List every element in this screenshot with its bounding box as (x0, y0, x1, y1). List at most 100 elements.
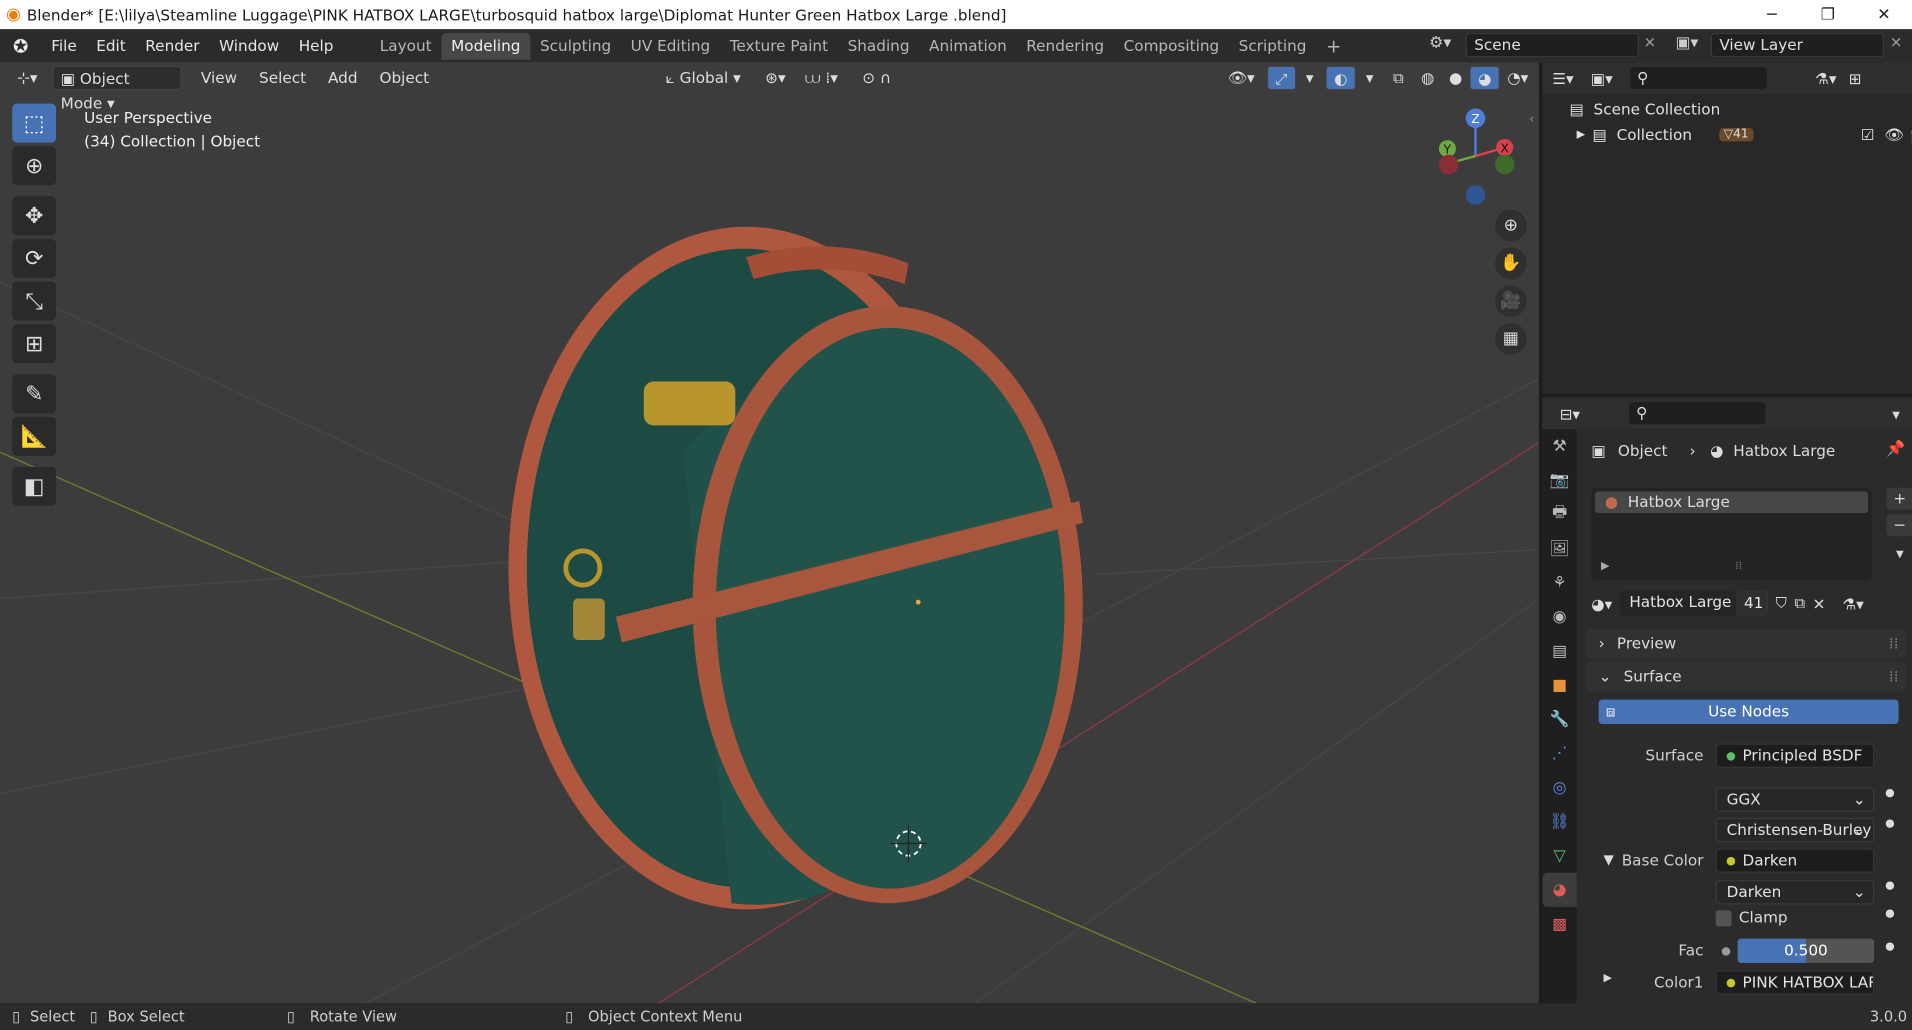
texture-tab-icon[interactable]: ▩ (1543, 907, 1577, 941)
data-tab-icon[interactable]: ▽ (1543, 839, 1577, 873)
scale-tool-icon[interactable]: ⤡ (12, 281, 57, 321)
pan-hand-icon[interactable]: ✋ (1494, 247, 1527, 280)
constraints-tab-icon[interactable]: ⛓ (1543, 804, 1577, 838)
subsurface-method-dropdown[interactable]: Christensen-Burley ⌄ (1715, 817, 1875, 843)
transform-tool-icon[interactable]: ⊞ (12, 324, 57, 364)
view-layer-browse-icon[interactable]: ▣▾ (1675, 34, 1698, 52)
visibility-icon[interactable]: 👁▾ (1220, 66, 1262, 90)
surface-shader-field[interactable]: Principled BSDF (1715, 743, 1875, 768)
scene-tab-icon[interactable]: ⚘ (1543, 566, 1577, 600)
cursor-tool-icon[interactable]: ⊕ (12, 146, 57, 186)
keyframe-dot-icon[interactable]: ● (1885, 880, 1895, 892)
menu-file[interactable]: File (41, 32, 86, 59)
tab-rendering[interactable]: Rendering (1016, 32, 1113, 59)
render-tab-icon[interactable]: 📷 (1543, 463, 1577, 497)
modifier-tab-icon[interactable]: 🔧 (1543, 702, 1577, 736)
new-collection-icon[interactable]: ⊞ (1849, 69, 1862, 87)
tab-uv-editing[interactable]: UV Editing (621, 32, 720, 59)
material-browse-icon[interactable]: ◕▾ (1591, 594, 1612, 612)
eye-icon[interactable]: 👁 (1884, 125, 1903, 145)
material-tab-icon[interactable]: ◕ (1542, 872, 1577, 907)
material-shading-icon[interactable]: ◕ (1469, 65, 1500, 91)
rendered-shading-icon[interactable]: ◔▾ (1500, 66, 1536, 90)
camera-view-icon[interactable]: 🎥 (1494, 285, 1527, 317)
menu-edit[interactable]: Edit (86, 32, 135, 59)
fac-slider[interactable]: 0.500 (1737, 938, 1875, 963)
collection-tab-icon[interactable]: ▤ (1543, 634, 1577, 668)
output-tab-icon[interactable]: 🖶 (1543, 497, 1577, 531)
surface-panel-header[interactable]: ⌄ Surface ⁞⁞ (1586, 661, 1906, 692)
use-nodes-button[interactable]: ⧈ Use Nodes (1598, 699, 1899, 725)
panel-drag-icon[interactable]: ⁞⁞ (1889, 629, 1899, 658)
proportional-edit-icon[interactable]: ⊙ ∩ (855, 66, 898, 90)
sidebar-toggle-icon[interactable]: ‹ (1529, 111, 1534, 127)
orientation-dropdown[interactable]: ⟀ Global ▾ (658, 66, 748, 90)
keyframe-dot-icon[interactable]: ● (1885, 787, 1895, 799)
editor-type-icon[interactable]: ⊹▾ (10, 66, 45, 90)
properties-options-icon[interactable]: ▾ (1892, 404, 1900, 422)
tab-texture-paint[interactable]: Texture Paint (720, 32, 838, 59)
menu-render[interactable]: Render (136, 32, 210, 59)
perspective-toggle-icon[interactable]: ▦ (1494, 323, 1527, 355)
menu-window[interactable]: Window (209, 32, 289, 59)
solid-shading-icon[interactable]: ● (1442, 66, 1470, 90)
material-slot-item[interactable]: ● Hatbox Large (1594, 491, 1869, 514)
physics-tab-icon[interactable]: ◎ (1543, 770, 1577, 804)
gizmo-dropdown-icon[interactable]: ▾ (1299, 66, 1321, 90)
outliner-scene-collection[interactable]: ▤ Scene Collection (1543, 96, 1912, 122)
maximize-button[interactable]: ❐ (1800, 0, 1856, 29)
duplicate-material-icon[interactable]: ⧉ (1794, 594, 1805, 614)
particles-tab-icon[interactable]: ⋰ (1543, 736, 1577, 770)
base-color-link-field[interactable]: Darken (1715, 848, 1875, 873)
properties-editor-icon[interactable]: ⊟▾ (1560, 404, 1580, 422)
annotate-tool-icon[interactable]: ✎ (12, 374, 57, 414)
move-tool-icon[interactable]: ✥ (12, 196, 57, 236)
wireframe-shading-icon[interactable]: ◍ (1414, 66, 1442, 90)
outliner-collection-row[interactable]: ▶ ▤ Collection ▽41 ☑ 👁 📷 (1543, 122, 1912, 148)
overlay-toggle-icon[interactable]: ◐ (1325, 65, 1357, 91)
view-layer-remove-icon[interactable]: ✕ (1890, 34, 1902, 51)
menu-select[interactable]: Select (252, 66, 314, 90)
blend-mode-dropdown[interactable]: Darken ⌄ (1715, 880, 1875, 905)
add-workspace-button[interactable]: + (1316, 32, 1351, 59)
expand-arrow-icon[interactable]: ▶ (1577, 129, 1585, 141)
color1-link-field[interactable]: PINK HATBOX LAR... (1715, 970, 1875, 995)
tool-tab-icon[interactable]: ⚒ (1543, 429, 1577, 463)
clamp-checkbox-row[interactable]: Clamp (1715, 908, 1788, 927)
keyframe-dot-icon[interactable]: ● (1885, 941, 1895, 953)
tab-compositing[interactable]: Compositing (1114, 32, 1229, 59)
node-link-icon[interactable]: ⚗▾ (1842, 594, 1863, 612)
clamp-checkbox[interactable] (1715, 910, 1732, 927)
display-mode-icon[interactable]: ▣▾ (1591, 69, 1613, 87)
fake-user-icon[interactable]: ⛉ (1776, 594, 1787, 614)
3d-viewport[interactable]: Z Y X ⊹▾ ▣ Object Mode ▾ View Select Add… (0, 62, 1539, 1004)
add-slot-button[interactable]: + (1886, 487, 1912, 510)
properties-search-field[interactable]: ⚲ (1628, 402, 1766, 425)
world-tab-icon[interactable]: ◉ (1543, 600, 1577, 634)
panel-drag-icon[interactable]: ⁞⁞ (1889, 662, 1899, 691)
preview-panel-header[interactable]: › Preview ⁞⁞ (1586, 628, 1906, 659)
menu-object[interactable]: Object (372, 66, 436, 90)
measure-tool-icon[interactable]: 📐 (12, 416, 57, 456)
pivot-icon[interactable]: ⊛▾ (758, 66, 793, 90)
include-checkbox[interactable]: ☑ (1861, 126, 1875, 144)
overlay-dropdown-icon[interactable]: ▾ (1359, 66, 1381, 90)
outliner-search-field[interactable]: ⚲ (1629, 67, 1767, 89)
menu-help[interactable]: Help (289, 32, 343, 59)
tab-shading[interactable]: Shading (838, 32, 919, 59)
hatbox-model[interactable] (508, 226, 1083, 910)
remove-slot-button[interactable]: − (1886, 514, 1912, 537)
unlink-material-icon[interactable]: ✕ (1813, 594, 1826, 612)
blender-menu-icon[interactable]: ✪ (0, 35, 41, 57)
material-users-count[interactable]: 41 (1736, 591, 1769, 616)
scene-field[interactable]: Scene (1465, 32, 1639, 58)
pin-icon[interactable]: 📌 (1886, 439, 1905, 459)
snap-icon[interactable]: ⩊ ⁞▾ (798, 66, 845, 90)
view-layer-field[interactable]: View Layer (1710, 32, 1884, 58)
distribution-dropdown[interactable]: GGX ⌄ (1715, 787, 1875, 812)
mode-dropdown[interactable]: ▣ Object Mode ▾ (52, 65, 182, 112)
slot-expand-icon[interactable]: ▶ (1601, 561, 1609, 573)
slot-resize-handle-icon[interactable]: ⁞⁞ (1735, 561, 1742, 573)
keyframe-dot-icon[interactable]: ● (1885, 908, 1895, 920)
material-name-field[interactable]: Hatbox Large (1619, 591, 1737, 616)
